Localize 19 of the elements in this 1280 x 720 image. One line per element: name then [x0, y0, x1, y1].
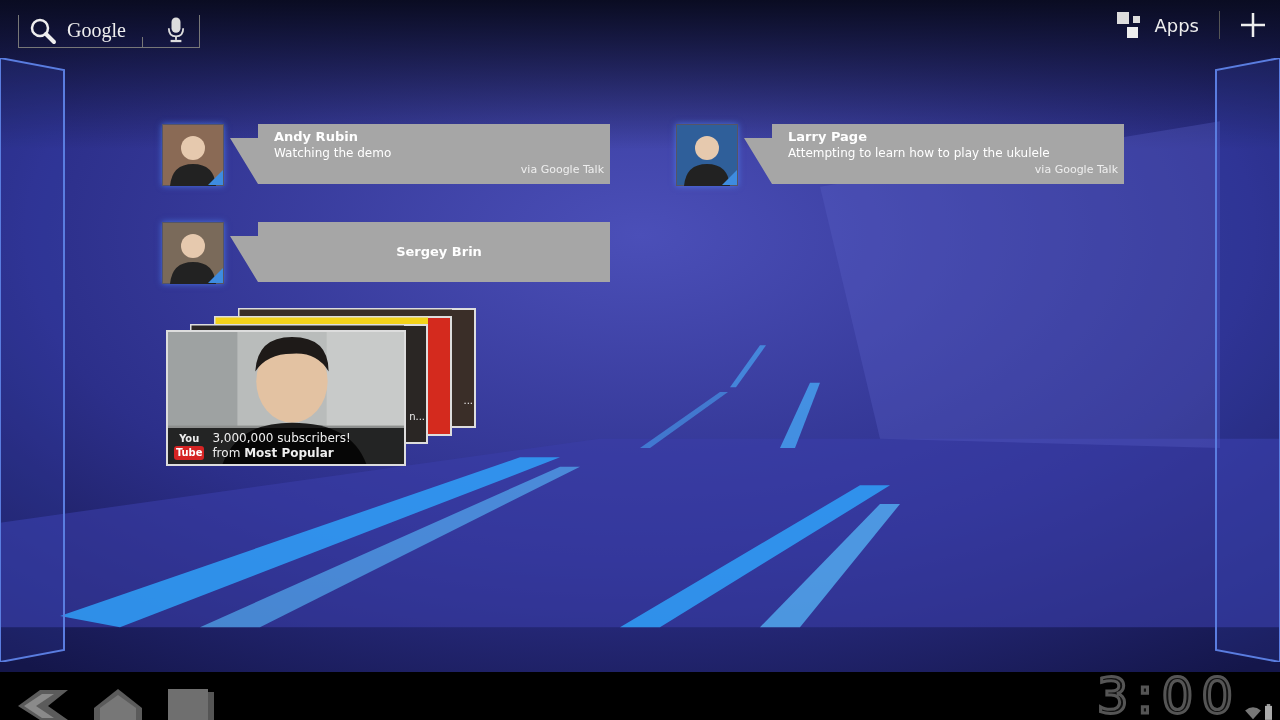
clock: 3:00 [1096, 672, 1241, 720]
contact-name: Sergey Brin [396, 243, 482, 261]
apps-button[interactable]: Apps [1116, 11, 1199, 39]
search-bar[interactable]: Google [18, 14, 200, 48]
contact-name: Andy Rubin [274, 128, 359, 145]
status-source: via Google Talk [1034, 162, 1118, 178]
search-label: Google [67, 19, 126, 42]
video-source: from Most Popular [212, 446, 335, 461]
video-card[interactable]: n... [404, 324, 428, 444]
video-caption: ... [463, 395, 473, 406]
video-caption: n... [409, 411, 425, 422]
youtube-logo: You Tube [174, 432, 205, 460]
video-card[interactable]: ... [452, 308, 476, 428]
status-message: Watching the demo [274, 145, 393, 162]
video-title: 3,000,000 subscribers! [212, 431, 351, 446]
status-message: Attempting to learn how to play the ukulele [788, 145, 1051, 162]
video-card[interactable]: You Tube 3,000,000 subscribers! from Most Popular [166, 330, 406, 466]
status-source: via Google Talk [520, 162, 604, 178]
contact-name: Larry Page [788, 128, 868, 145]
